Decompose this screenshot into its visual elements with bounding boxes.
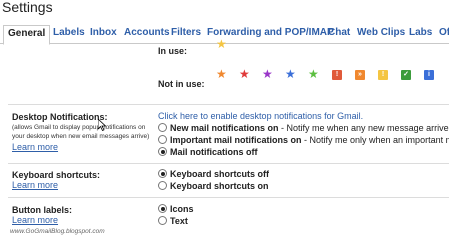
mail-notifications-off-label: Mail notifications off xyxy=(170,147,258,157)
mouse-pointer-icon xyxy=(98,119,106,131)
blue-star-icon[interactable]: ★ xyxy=(285,68,296,80)
new-mail-notifications-desc: - Notify me when any new message arrives… xyxy=(278,123,449,133)
new-mail-notifications-option[interactable]: New mail notifications on - Notify me wh… xyxy=(158,123,449,133)
tab-chat[interactable]: Chat xyxy=(328,27,350,38)
button-labels-text-radio[interactable] xyxy=(158,216,167,225)
tab-accounts[interactable]: Accounts xyxy=(124,27,170,38)
tab-general[interactable]: General xyxy=(3,25,51,45)
important-mail-notifications-label: Important mail notifications on xyxy=(170,135,302,145)
button-labels-text-option[interactable]: Text xyxy=(158,216,188,226)
tab-inbox[interactable]: Inbox xyxy=(90,27,117,38)
tab-filters[interactable]: Filters xyxy=(171,27,201,38)
tab-web-clips[interactable]: Web Clips xyxy=(357,27,405,38)
desktop-notifications-desc-line2: your desktop when new email messages arr… xyxy=(12,133,150,140)
section-divider xyxy=(8,197,449,198)
important-mail-notifications-radio[interactable] xyxy=(158,135,167,144)
section-divider xyxy=(8,163,449,164)
desktop-notifications-title: Desktop Notifications: xyxy=(12,112,108,122)
blue-info-icon[interactable]: i xyxy=(424,70,434,80)
purple-star-icon[interactable]: ★ xyxy=(262,68,273,80)
new-mail-notifications-label: New mail notifications on xyxy=(170,123,279,133)
keyboard-shortcuts-learn-more-link[interactable]: Learn more xyxy=(12,180,58,190)
orange-guillemet-icon[interactable]: » xyxy=(355,70,365,80)
tab-offline[interactable]: Offline xyxy=(439,27,449,38)
important-mail-notifications-option[interactable]: Important mail notifications on - Notify… xyxy=(158,135,449,145)
keyboard-shortcuts-on-label: Keyboard shortcuts on xyxy=(170,181,269,191)
keyboard-shortcuts-title: Keyboard shortcuts: xyxy=(12,170,101,180)
button-labels-title: Button labels: xyxy=(12,205,72,215)
yellow-star-icon[interactable]: ★ xyxy=(216,38,227,50)
yellow-bang-icon[interactable]: ! xyxy=(378,70,388,80)
mail-notifications-off-radio[interactable] xyxy=(158,147,167,156)
keyboard-shortcuts-off-option[interactable]: Keyboard shortcuts off xyxy=(158,169,269,179)
stars-not-in-use-label: Not in use: xyxy=(158,79,205,89)
keyboard-shortcuts-off-radio[interactable] xyxy=(158,169,167,178)
red-bang-icon[interactable]: ! xyxy=(332,70,342,80)
button-labels-icons-label: Icons xyxy=(170,204,194,214)
watermark: www.GoGmailBlog.blogspot.com xyxy=(10,228,105,235)
important-mail-notifications-desc: - Notify me only when an important mes xyxy=(301,135,449,145)
keyboard-shortcuts-on-option[interactable]: Keyboard shortcuts on xyxy=(158,181,269,191)
enable-desktop-notifications-link[interactable]: Click here to enable desktop notificatio… xyxy=(158,111,363,121)
new-mail-notifications-radio[interactable] xyxy=(158,123,167,132)
tab-labs[interactable]: Labs xyxy=(409,27,432,38)
red-star-icon[interactable]: ★ xyxy=(239,68,250,80)
green-star-icon[interactable]: ★ xyxy=(308,68,319,80)
orange-star-icon[interactable]: ★ xyxy=(216,68,227,80)
keyboard-shortcuts-on-radio[interactable] xyxy=(158,181,167,190)
button-labels-text-label: Text xyxy=(170,216,188,226)
desktop-notifications-learn-more-link[interactable]: Learn more xyxy=(12,142,58,152)
desktop-notifications-desc-line1: (allows Gmail to display popup notificat… xyxy=(12,124,146,131)
page-title: Settings xyxy=(2,0,53,15)
keyboard-shortcuts-off-label: Keyboard shortcuts off xyxy=(170,169,270,179)
tab-labels[interactable]: Labels xyxy=(53,27,85,38)
button-labels-learn-more-link[interactable]: Learn more xyxy=(12,215,58,225)
green-check-icon[interactable]: ✓ xyxy=(401,70,411,80)
button-labels-icons-radio[interactable] xyxy=(158,204,167,213)
section-divider xyxy=(8,104,449,105)
stars-in-use-label: In use: xyxy=(158,46,188,56)
mail-notifications-off-option[interactable]: Mail notifications off xyxy=(158,147,258,157)
button-labels-icons-option[interactable]: Icons xyxy=(158,204,194,214)
